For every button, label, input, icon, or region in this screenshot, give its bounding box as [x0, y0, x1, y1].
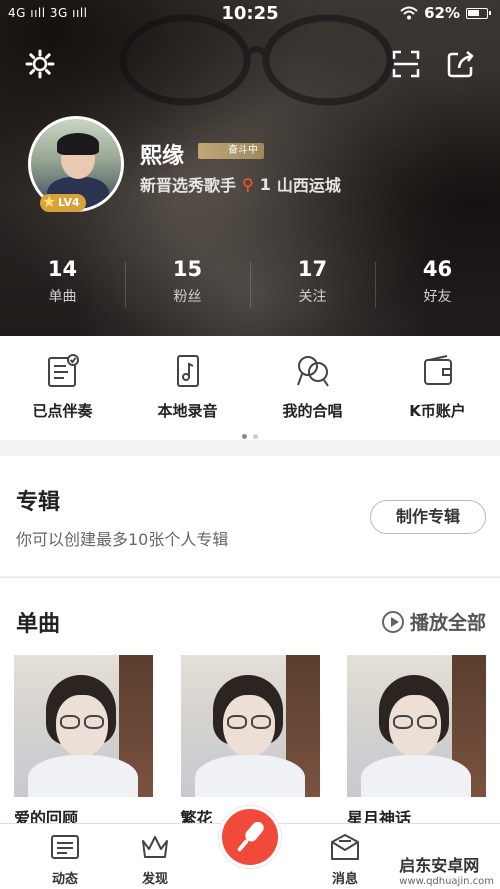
watermark-text: 启东安卓网: [399, 856, 480, 875]
microphone-icon: [237, 821, 264, 852]
quick-actions: 已点伴奏 本地录音 我的合唱 K币账户: [0, 336, 500, 440]
quick-action-label: K币账户: [409, 402, 466, 420]
profile-subline: 新晋选秀歌手 ⚲ 1 山西运城: [140, 172, 341, 196]
profile-stats: 14 单曲 15 粉丝 17 关注 46 好友: [0, 254, 500, 314]
tab-label: 发现: [141, 872, 168, 887]
stat-value: 46: [422, 257, 453, 281]
battery-percent: 62%: [424, 4, 460, 22]
stat-value: 14: [47, 257, 78, 281]
make-album-button[interactable]: 制作专辑: [370, 500, 486, 534]
tab-discover[interactable]: 发现: [110, 824, 200, 887]
location-text: 山西运城: [276, 176, 341, 195]
stat-singles[interactable]: 14 单曲: [0, 254, 125, 314]
stat-value: 17: [297, 257, 328, 281]
quick-action-label: 本地录音: [157, 402, 218, 420]
album-title: 专辑: [16, 490, 61, 515]
wifi-icon: [400, 6, 418, 20]
play-all-button[interactable]: 播放全部: [381, 608, 486, 635]
quick-action-k-coin-account[interactable]: K币账户: [375, 336, 500, 426]
stat-fans[interactable]: 15 粉丝: [125, 254, 250, 314]
song-card[interactable]: 星月神话: [347, 655, 486, 829]
song-card[interactable]: 爱的回顾: [14, 655, 153, 829]
message-icon: [331, 834, 359, 860]
checklist-icon: [47, 354, 79, 387]
status-bar: 4G ııll 3G ııll 10:25 62%: [0, 0, 500, 28]
music-file-icon: [176, 355, 199, 387]
watermark-url: www.qdhuajin.com: [399, 876, 494, 887]
play-circle-icon: [381, 610, 404, 633]
singer-title: 新晋选秀歌手: [140, 176, 237, 195]
song-cover-image: [347, 655, 486, 797]
page-indicator: [0, 424, 500, 443]
stat-label: 好友: [423, 289, 452, 305]
username: 熙缘: [140, 144, 185, 169]
level-label: LV4: [58, 196, 80, 209]
stat-following[interactable]: 17 关注: [250, 254, 375, 314]
album-section: 专辑 你可以创建最多10张个人专辑 制作专辑: [0, 456, 500, 576]
wallet-icon: [423, 355, 452, 385]
page-dot: [253, 434, 258, 439]
avatar-hair: [57, 133, 99, 155]
stat-label: 单曲: [48, 289, 77, 305]
play-all-label: 播放全部: [409, 612, 486, 634]
page-dot-active: [242, 434, 247, 439]
duet-icon: [296, 356, 329, 387]
tab-label: 消息: [331, 872, 358, 887]
tab-label: 动态: [51, 872, 78, 887]
scan-icon[interactable]: [390, 48, 422, 80]
stat-value: 15: [172, 257, 203, 281]
battery-icon: [466, 7, 491, 19]
watermark-logo: 启东安卓网 www.qdhuajin.com: [399, 852, 494, 887]
quick-action-accompaniment[interactable]: 已点伴奏: [0, 336, 125, 426]
album-description: 你可以创建最多10张个人专辑: [16, 530, 229, 549]
song-card[interactable]: 繁花: [180, 655, 320, 829]
stat-label: 关注: [298, 289, 327, 305]
level-star-icon: ★: [42, 192, 57, 211]
song-cover-image: [180, 655, 320, 797]
songs-list: 爱的回顾 繁花 星月神话: [14, 655, 486, 829]
quick-action-my-duets[interactable]: 我的合唱: [250, 336, 375, 426]
stat-label: 粉丝: [173, 289, 202, 305]
rank-number: 1: [259, 174, 271, 194]
record-button[interactable]: [219, 806, 281, 868]
singles-section: 单曲 播放全部 爱的回顾 繁花 星月神话: [0, 577, 500, 828]
quick-action-local-recording[interactable]: 本地录音: [125, 336, 250, 426]
profile-header: 4G ııll 3G ııll 10:25 62% ★ LV4 熙缘 奋斗中 新…: [0, 0, 500, 336]
quick-action-label: 已点伴奏: [32, 402, 93, 420]
singles-title: 单曲: [16, 612, 61, 637]
feed-icon: [51, 835, 79, 859]
level-badge: ★ LV4: [40, 192, 86, 212]
tab-feed[interactable]: 动态: [20, 824, 110, 887]
settings-gear-icon[interactable]: [24, 48, 56, 80]
quick-action-label: 我的合唱: [282, 402, 343, 420]
crown-icon: [142, 836, 168, 858]
tab-messages[interactable]: 消息: [300, 824, 390, 887]
stat-friends[interactable]: 46 好友: [375, 254, 500, 314]
share-icon[interactable]: [445, 48, 477, 80]
status-badge: 奋斗中: [198, 143, 264, 159]
location-pin-icon: ⚲: [242, 174, 254, 194]
song-cover-image: [14, 655, 153, 797]
